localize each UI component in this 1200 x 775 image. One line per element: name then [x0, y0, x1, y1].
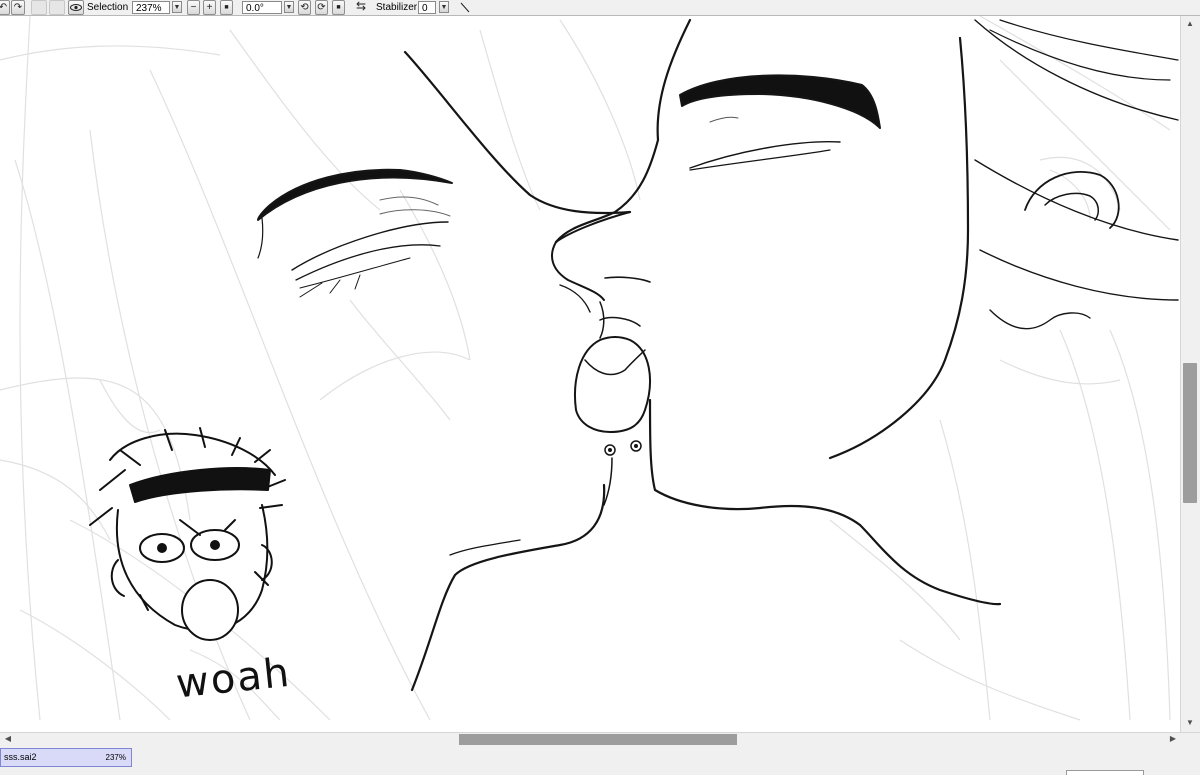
file-tab-bar: sss.sai2 237%: [0, 746, 1200, 775]
scroll-up-icon[interactable]: ▲: [1183, 17, 1197, 31]
dropdown-arrow-icon[interactable]: ▼: [439, 1, 449, 13]
horizontal-scroll-thumb[interactable]: [459, 734, 737, 745]
disabled-tool-button[interactable]: [31, 0, 47, 15]
rotate-right-icon[interactable]: ⟳: [315, 0, 328, 15]
pen-line-icon[interactable]: [456, 0, 472, 15]
left-face-lines: [257, 50, 632, 692]
scroll-right-icon[interactable]: ▶: [1166, 733, 1180, 745]
zoom-reset-icon[interactable]: ■: [220, 0, 233, 15]
redo-icon[interactable]: ↷: [11, 0, 25, 15]
file-tab-zoom: 237%: [105, 753, 126, 762]
scroll-left-icon[interactable]: ◀: [1, 733, 15, 745]
stabilizer-label: Stabilizer: [376, 2, 418, 13]
status-bar: [980, 770, 1200, 775]
file-tab-name: sss.sai2: [4, 752, 37, 762]
view-eye-icon[interactable]: [68, 0, 84, 15]
canvas-toolbar: ↶ ↷ Selection 237% ▼ − + ■ 0.0° ▼ ⟲ ⟳ ■ …: [0, 0, 1200, 16]
status-field: [1066, 770, 1144, 775]
rotation-field[interactable]: 0.0°: [242, 1, 282, 14]
disabled-tool-button[interactable]: [49, 0, 65, 15]
dropdown-arrow-icon[interactable]: ▼: [172, 1, 182, 13]
selection-label: Selection: [87, 2, 129, 13]
flip-horizontal-icon[interactable]: ⇆: [353, 0, 369, 15]
vertical-scroll-thumb[interactable]: [1183, 363, 1197, 503]
dropdown-arrow-icon[interactable]: ▼: [284, 1, 294, 13]
right-face-lines: [554, 18, 1179, 606]
sketch-layer: [0, 16, 1171, 721]
woah-caption: woah: [174, 650, 293, 708]
zoom-out-icon[interactable]: −: [187, 0, 200, 15]
zoom-field[interactable]: 237%: [132, 1, 170, 14]
drawing-canvas[interactable]: woah: [0, 16, 1180, 732]
vertical-scrollbar[interactable]: ▲ ▼: [1180, 16, 1200, 732]
horizontal-scrollbar[interactable]: ◀ ▶: [0, 732, 1200, 746]
stabilizer-field[interactable]: 0: [418, 1, 436, 14]
rotate-left-icon[interactable]: ⟲: [298, 0, 311, 15]
scroll-down-icon[interactable]: ▼: [1183, 716, 1197, 730]
zoom-in-icon[interactable]: +: [203, 0, 216, 15]
chibi-doodle: [89, 427, 286, 641]
undo-icon[interactable]: ↶: [0, 0, 10, 15]
file-tab[interactable]: sss.sai2 237%: [0, 748, 132, 767]
line-art-drawing: woah: [0, 16, 1179, 721]
rotate-reset-icon[interactable]: ■: [332, 0, 345, 15]
